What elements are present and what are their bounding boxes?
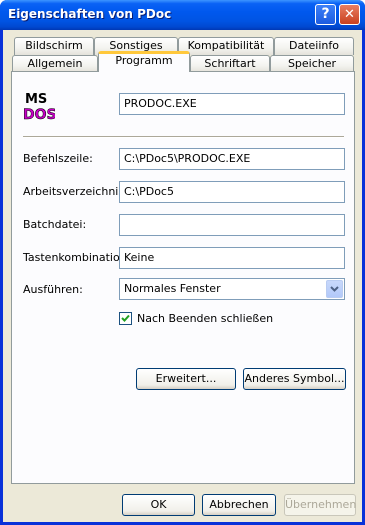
batchdatei-input[interactable] (119, 214, 345, 236)
ausfuehren-select[interactable]: Normales Fenster (119, 278, 345, 300)
tastenkombination-input[interactable]: Keine (119, 247, 345, 269)
svg-text:DOS: DOS (23, 107, 55, 122)
tab-allgemein[interactable]: Allgemein (12, 55, 98, 72)
help-button[interactable]: ? (315, 4, 336, 25)
tastenkombination-label: Tastenkombination: (23, 251, 131, 264)
batchdatei-label: Batchdatei: (23, 218, 87, 231)
tab-dateiinfo[interactable]: Dateiinfo (274, 37, 354, 55)
arbeitsverzeichnis-label: Arbeitsverzeichnis: (23, 185, 128, 198)
separator (23, 136, 344, 138)
svg-text:MS: MS (25, 92, 47, 107)
close-on-exit-checkbox[interactable] (119, 312, 132, 325)
ausfuehren-value: Normales Fenster (124, 282, 221, 295)
uebernehmen-button: Übernehmen (284, 494, 356, 516)
chevron-down-icon (330, 286, 339, 292)
ausfuehren-label: Ausführen: (23, 283, 83, 296)
tab-kompatibilitaet[interactable]: Kompatibilität (178, 37, 274, 55)
tab-programm[interactable]: Programm (98, 51, 190, 72)
ok-button[interactable]: OK (122, 494, 195, 516)
erweitert-button[interactable]: Erweitert... (136, 368, 236, 390)
tab-bildschirm[interactable]: Bildschirm (14, 37, 94, 55)
arbeitsverzeichnis-input[interactable]: C:\PDoc5 (119, 181, 345, 203)
tab-schriftart[interactable]: Schriftart (190, 55, 270, 72)
befehlszeile-label: Befehlszeile: (23, 152, 93, 165)
abbrechen-button[interactable]: Abbrechen (202, 494, 276, 516)
msdos-icon: MS DOS (23, 90, 55, 122)
title-bar[interactable]: Eigenschaften von PDoc ? ✕ (0, 0, 365, 30)
close-on-exit-label[interactable]: Nach Beenden schließen (137, 312, 273, 325)
window-title: Eigenschaften von PDoc (8, 7, 172, 21)
checkmark-icon (121, 314, 130, 322)
dropdown-arrow-button[interactable] (326, 280, 343, 298)
close-button[interactable]: ✕ (339, 4, 360, 25)
help-icon: ? (321, 6, 330, 22)
program-name-field[interactable]: PRODOC.EXE (119, 93, 345, 115)
close-icon: ✕ (344, 7, 355, 22)
anderes-symbol-button[interactable]: Anderes Symbol... (243, 368, 346, 390)
befehlszeile-input[interactable]: C:\PDoc5\PRODOC.EXE (119, 148, 345, 170)
tab-speicher[interactable]: Speicher (270, 55, 354, 72)
